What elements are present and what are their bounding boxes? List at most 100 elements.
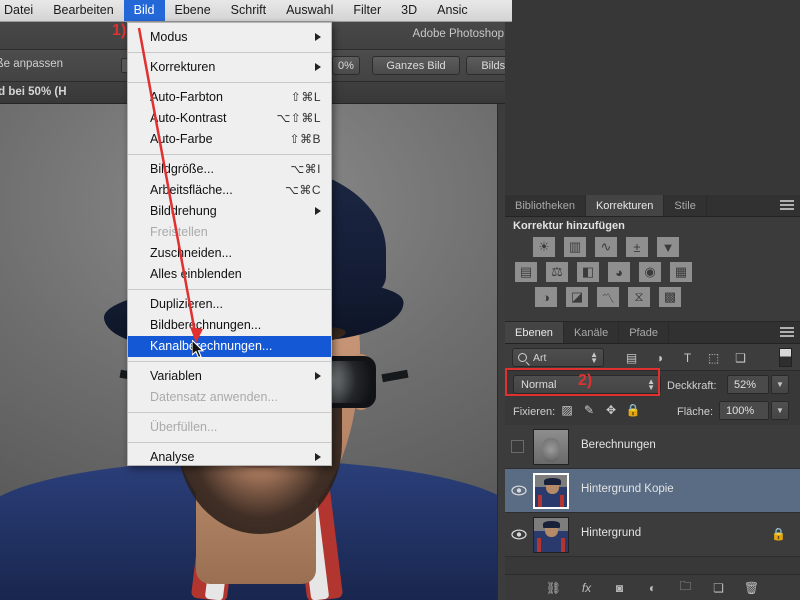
photo-filter-icon[interactable]: ◕ <box>608 262 630 282</box>
layer-row[interactable]: Berechnungen <box>505 425 800 469</box>
image-menu-item-korrekturen[interactable]: Korrekturen <box>128 57 331 78</box>
whole-image-button[interactable]: Ganzes Bild <box>372 56 460 75</box>
layers-bottom-toolbar[interactable]: ⛓ fx ◙ ◐ 🗀 ❏ 🗑 <box>505 574 800 600</box>
trash-icon[interactable]: 🗑 <box>744 581 760 595</box>
exposure-icon[interactable]: ± <box>626 237 648 257</box>
layer-list[interactable]: Berechnungen Hintergrund Kopie Hintergrund… <box>505 425 800 568</box>
smartobject-filter-icon[interactable]: ❑ <box>732 349 749 366</box>
color-balance-icon[interactable]: ⚖ <box>546 262 568 282</box>
menu-item-filter[interactable]: Filter <box>343 0 391 21</box>
type-filter-icon[interactable]: T <box>679 349 696 366</box>
group-icon[interactable]: 🗀 <box>678 577 694 598</box>
fx-icon[interactable]: fx <box>579 581 595 595</box>
image-menu-item-arbeitsfläche[interactable]: Arbeitsfläche... ⌥⌘C <box>128 180 331 201</box>
image-menu-dropdown[interactable]: Modus Korrekturen Auto-Farbton ⇧⌘L Auto-Kont… <box>127 22 332 466</box>
lock-position-icon[interactable]: ✥ <box>603 402 619 418</box>
menu-separator <box>128 412 331 413</box>
threshold-icon[interactable]: 〽 <box>597 287 619 307</box>
layer-thumbnail[interactable] <box>533 473 569 509</box>
mask-icon[interactable]: ◙ <box>612 581 628 595</box>
image-menu-item-bildberechnungen[interactable]: Bildberechnungen... <box>128 315 331 336</box>
image-menu-item-alles-einblenden[interactable]: Alles einblenden <box>128 264 331 285</box>
pixel-filter-icon[interactable]: ▤ <box>623 349 640 366</box>
image-menu-item-modus[interactable]: Modus <box>128 27 331 48</box>
image-menu-item-auto-farbton[interactable]: Auto-Farbton ⇧⌘L <box>128 87 331 108</box>
layers-panel-menu-icon[interactable] <box>780 327 794 339</box>
eye-icon[interactable] <box>511 527 527 541</box>
shape-filter-icon[interactable]: ⬚ <box>705 349 722 366</box>
adjustments-icons-row-1[interactable]: ☀ ▥ ∿ ± ▼ <box>533 237 679 257</box>
eye-icon[interactable] <box>511 483 527 497</box>
hue-saturation-icon[interactable]: ▤ <box>515 262 537 282</box>
tab-stile[interactable]: Stile <box>664 195 707 216</box>
adjustments-icons-row-2[interactable]: ▤ ⚖ ◧ ◕ ◉ ▦ <box>515 262 692 282</box>
menu-item-3d[interactable]: 3D <box>391 0 427 21</box>
opacity-chevron-icon[interactable]: ▼ <box>771 375 789 394</box>
fill-value[interactable]: 100% <box>719 401 769 420</box>
layer-row[interactable]: Hintergrund Kopie <box>505 469 800 513</box>
adjustments-icons-row-3[interactable]: ◑ ◪ 〽 ⧖ ▩ <box>535 287 681 307</box>
opacity-value[interactable]: 52% <box>727 375 769 394</box>
menu-bar[interactable]: Datei Bearbeiten Bild Ebene Schrift Ausw… <box>0 0 512 22</box>
channel-mixer-icon[interactable]: ◉ <box>639 262 661 282</box>
image-menu-item-duplizieren[interactable]: Duplizieren... <box>128 294 331 315</box>
zoom-value[interactable]: 0% <box>332 56 360 75</box>
image-menu-item-bilddrehung[interactable]: Bilddrehung <box>128 201 331 222</box>
lock-label: Fixieren: <box>513 406 556 418</box>
image-menu-item-variablen[interactable]: Variablen <box>128 366 331 387</box>
invert-icon[interactable]: ◑ <box>535 287 557 307</box>
layer-thumbnail[interactable] <box>533 429 569 465</box>
eye-icon-hidden[interactable] <box>511 440 524 453</box>
menu-item-auswahl[interactable]: Auswahl <box>276 0 343 21</box>
tab-korrekturen[interactable]: Korrekturen <box>585 195 665 216</box>
lock-transparency-icon[interactable]: ▨ <box>559 402 575 418</box>
tab-pfade[interactable]: Pfade <box>619 322 669 343</box>
layer-row[interactable]: Hintergrund 🔒 <box>505 513 800 557</box>
image-menu-item-label: Arbeitsfläche... <box>150 183 233 197</box>
lock-pixels-icon[interactable]: ✎ <box>581 402 597 418</box>
layer-thumbnail[interactable] <box>533 517 569 553</box>
vibrance-icon[interactable]: ▼ <box>657 237 679 257</box>
curves-icon[interactable]: ∿ <box>595 237 617 257</box>
color-lookup-icon[interactable]: ▦ <box>670 262 692 282</box>
layer-filter-kind-select[interactable]: Art ▲ ▼ <box>512 348 604 367</box>
image-menu-item-auto-kontrast[interactable]: Auto-Kontrast ⌥⇧⌘L <box>128 108 331 129</box>
menu-item-schrift[interactable]: Schrift <box>221 0 276 21</box>
levels-icon[interactable]: ▥ <box>564 237 586 257</box>
selective-color-icon[interactable]: ⧖ <box>628 287 650 307</box>
menu-item-datei[interactable]: Datei <box>0 0 43 21</box>
posterize-icon[interactable]: ◪ <box>566 287 588 307</box>
link-icon[interactable]: ⛓ <box>546 581 562 595</box>
tab-kanaele[interactable]: Kanäle <box>564 322 620 343</box>
brightness-contrast-icon[interactable]: ☀ <box>533 237 555 257</box>
image-menu-item-kanalberechnungen[interactable]: Kanalberechnungen... <box>128 336 331 357</box>
chevron-right-icon <box>315 33 321 41</box>
dock-top-gap <box>505 0 800 195</box>
menu-item-bearbeiten[interactable]: Bearbeiten <box>43 0 123 21</box>
image-menu-item-zuschneiden[interactable]: Zuschneiden... <box>128 243 331 264</box>
layer-name: Hintergrund <box>581 527 642 539</box>
filter-toggle-switch[interactable] <box>779 348 792 367</box>
image-menu-item-bildgröße[interactable]: Bildgröße... ⌥⌘I <box>128 159 331 180</box>
fill-chevron-icon[interactable]: ▼ <box>771 401 789 420</box>
menu-item-ansicht[interactable]: Ansic <box>427 0 478 21</box>
adjustments-tabbar[interactable]: Bibliotheken Korrekturen Stile <box>505 195 800 217</box>
menu-item-bild[interactable]: Bild <box>123 0 165 21</box>
fit-window-label: enstergröße anpassen <box>0 58 64 70</box>
layers-tabbar[interactable]: Ebenen Kanäle Pfade <box>505 322 800 344</box>
tab-bibliotheken[interactable]: Bibliotheken <box>505 195 586 216</box>
panel-menu-icon[interactable] <box>780 200 794 212</box>
menu-separator <box>128 154 331 155</box>
image-menu-item-auto-farbe[interactable]: Auto-Farbe ⇧⌘B <box>128 129 331 150</box>
adjustment-filter-icon[interactable]: ◑ <box>651 349 668 366</box>
black-white-icon[interactable]: ◧ <box>577 262 599 282</box>
tab-ebenen[interactable]: Ebenen <box>505 322 564 343</box>
gradient-map-icon[interactable]: ▩ <box>659 287 681 307</box>
adjustment-layer-icon[interactable]: ◐ <box>645 581 661 595</box>
lock-all-icon[interactable]: 🔒 <box>625 402 641 418</box>
image-menu-item-analyse[interactable]: Analyse <box>128 447 331 468</box>
menu-item-ebene[interactable]: Ebene <box>165 0 221 21</box>
menu-separator <box>128 52 331 53</box>
layer-name: Hintergrund Kopie <box>581 483 674 495</box>
new-layer-icon[interactable]: ❏ <box>711 581 727 595</box>
